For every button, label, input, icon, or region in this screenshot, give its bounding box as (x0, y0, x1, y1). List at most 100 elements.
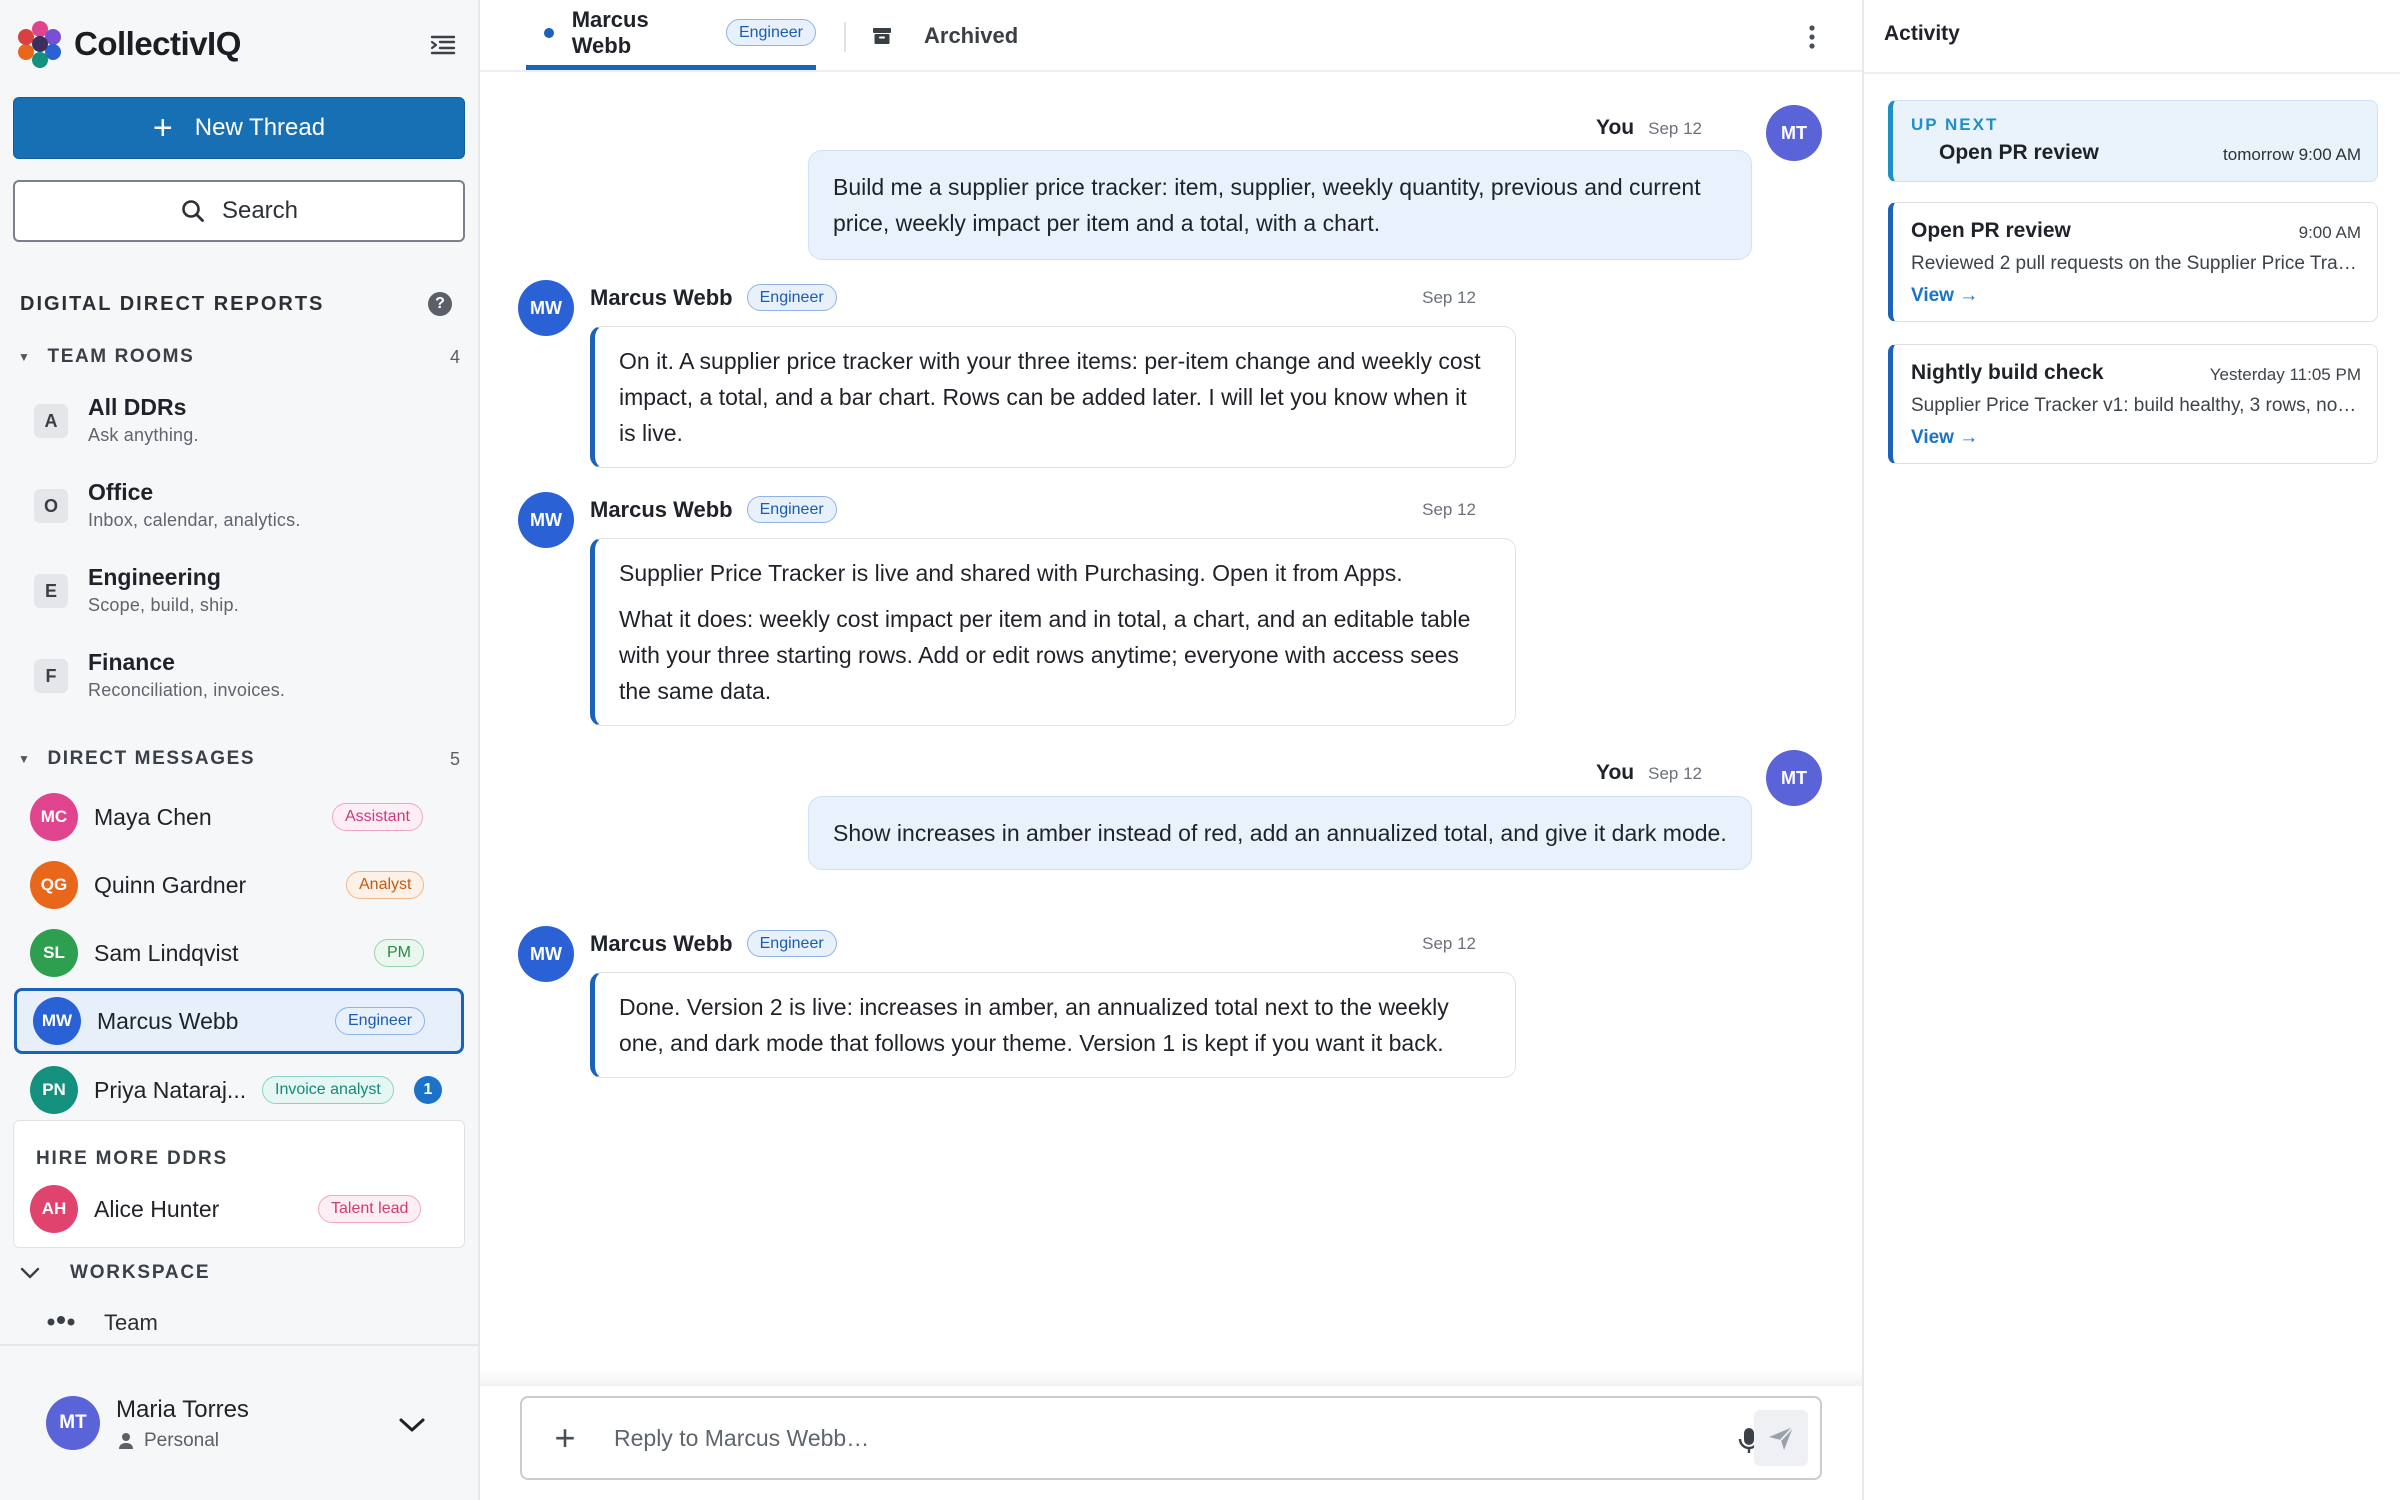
workspace-title: WORKSPACE (70, 1262, 211, 1283)
role-badge: Engineer (746, 930, 837, 958)
avatar: QG (30, 861, 78, 909)
activity-card-title: Nightly build check (1911, 361, 2104, 384)
workspace-team-item[interactable]: Team (46, 1310, 158, 1338)
tab-label: Marcus Webb (571, 6, 649, 58)
role-badge: Invoice analyst (262, 1076, 394, 1104)
room-all-ddrs[interactable]: A All DDRs Ask anything. (34, 394, 454, 464)
room-name: Engineering (88, 564, 221, 590)
bot-message: On it. A supplier price tracker with you… (590, 326, 1516, 468)
room-name: All DDRs (88, 394, 187, 420)
chevron-down-icon (20, 1267, 40, 1279)
bot-message: Done. Version 2 is live: increases in am… (590, 972, 1516, 1078)
logo-icon (14, 19, 64, 69)
caret-down-icon: ▼ (18, 752, 32, 766)
message-date: Sep 12 (1648, 119, 1702, 138)
room-engineering[interactable]: E Engineering Scope, build, ship. (34, 564, 454, 634)
role-badge: Analyst (346, 871, 425, 899)
room-letter: F (34, 659, 68, 693)
message-meta: Marcus Webb Engineer Sep 12 (590, 930, 1476, 958)
activity-card-time: Yesterday 11:05 PM (2209, 365, 2361, 384)
new-thread-label: New Thread (194, 114, 326, 141)
conversation-panel: Marcus Webb Engineer Archived You Sep 12… (480, 0, 1862, 1500)
unread-count-badge: 1 (414, 1076, 442, 1104)
avatar: SL (30, 929, 78, 977)
role-badge: Engineer (746, 496, 837, 524)
message-date: Sep 12 (1422, 933, 1476, 953)
send-icon (1769, 1426, 1794, 1450)
dm-name: Marcus Webb (97, 1007, 239, 1034)
attach-plus-icon[interactable]: + (550, 1417, 580, 1459)
dm-name: Maya Chen (94, 803, 212, 830)
reply-composer: + (520, 1396, 1822, 1480)
more-options-icon[interactable] (1802, 22, 1822, 52)
message-paragraph: Supplier Price Tracker is live and share… (619, 560, 1403, 586)
sidebar: CollectivIQ + New Thread Search DIGITAL … (0, 0, 480, 1500)
user-avatar: MT (46, 1396, 100, 1450)
team-rooms-title: TEAM ROOMS (47, 346, 195, 367)
dm-maya-chen[interactable]: MC Maya Chen Assistant (14, 785, 464, 849)
bot-avatar: MW (518, 280, 574, 336)
dm-name: Priya Nataraj... (94, 1076, 247, 1103)
dm-sam-lindqvist[interactable]: SL Sam Lindqvist PM (14, 921, 464, 985)
room-name: Finance (88, 649, 175, 675)
composer-divider (480, 1370, 1862, 1386)
caret-down-icon: ▼ (18, 350, 32, 364)
user-context-label: Personal (144, 1430, 219, 1451)
tab-divider (844, 22, 846, 52)
user-message: Build me a supplier price tracker: item,… (808, 150, 1752, 260)
activity-panel: Activity UP NEXT Open PR review tomorrow… (1862, 0, 2400, 1500)
person-icon (119, 1433, 133, 1449)
view-link[interactable]: View → (1911, 285, 1978, 307)
hire-name: Alice Hunter (94, 1195, 220, 1222)
tab-marcus-webb[interactable]: Marcus Webb Engineer (526, 0, 816, 70)
room-description: Inbox, calendar, analytics. (88, 510, 301, 530)
avatar: MC (30, 793, 78, 841)
message-meta: Marcus Webb Engineer Sep 12 (590, 496, 1476, 524)
activity-card-time: 9:00 AM (2298, 223, 2361, 242)
dm-name: Sam Lindqvist (94, 939, 239, 966)
sender-name: Marcus Webb (590, 496, 733, 522)
help-icon[interactable]: ? (428, 292, 452, 316)
activity-card-description: Reviewed 2 pull requests on the Supplier… (1911, 253, 2359, 274)
hire-alice-hunter[interactable]: AH Alice Hunter Talent lead (14, 1177, 460, 1241)
room-office[interactable]: O Office Inbox, calendar, analytics. (34, 479, 454, 549)
bot-avatar: MW (518, 926, 574, 982)
search-button[interactable]: Search (13, 180, 465, 242)
room-letter: E (34, 574, 68, 608)
user-context: Personal (118, 1430, 219, 1452)
team-rooms-header[interactable]: ▼ TEAM ROOMS 4 (18, 346, 460, 368)
user-avatar: MT (1766, 750, 1822, 806)
activity-card: Nightly build check Yesterday 11:05 PM S… (1888, 344, 2378, 464)
activity-card: Open PR review 9:00 AM Reviewed 2 pull r… (1888, 202, 2378, 322)
new-thread-button[interactable]: + New Thread (13, 97, 465, 159)
message-meta: You Sep 12 (1596, 116, 1702, 140)
room-description: Scope, build, ship. (88, 595, 239, 615)
active-dot-icon (544, 27, 554, 38)
bot-avatar: MW (518, 492, 574, 548)
collapse-sidebar-icon[interactable] (428, 30, 458, 60)
search-label: Search (221, 197, 299, 224)
activity-title: Activity (1884, 22, 1960, 45)
team-rooms-count: 4 (449, 346, 460, 367)
hire-more-section: HIRE MORE DDRS AH Alice Hunter Talent le… (13, 1120, 465, 1248)
dm-priya-nataraj[interactable]: PN Priya Nataraj... Invoice analyst 1 (14, 1058, 464, 1122)
team-label: Team (104, 1310, 158, 1335)
view-link[interactable]: View → (1911, 427, 1978, 449)
reply-input[interactable] (614, 1424, 1664, 1452)
user-profile[interactable]: MT Maria Torres Personal (0, 1344, 478, 1500)
message-meta: Marcus Webb Engineer Sep 12 (590, 284, 1476, 312)
room-finance[interactable]: F Finance Reconciliation, invoices. (34, 649, 454, 719)
dm-quinn-gardner[interactable]: QG Quinn Gardner Analyst (14, 853, 464, 917)
up-next-card[interactable]: UP NEXT Open PR review tomorrow 9:00 AM (1888, 100, 2378, 182)
role-badge: PM (374, 939, 424, 967)
role-badge: Talent lead (318, 1195, 422, 1223)
dm-marcus-webb[interactable]: MW Marcus Webb Engineer (14, 988, 464, 1054)
avatar: PN (30, 1066, 78, 1114)
tab-archived[interactable]: Archived (872, 0, 1018, 72)
tab-bar: Marcus Webb Engineer Archived (480, 0, 1862, 72)
direct-messages-title: DIRECT MESSAGES (47, 748, 256, 769)
direct-messages-header[interactable]: ▼ DIRECT MESSAGES 5 (18, 748, 460, 770)
send-button[interactable] (1754, 1410, 1808, 1466)
workspace-header[interactable]: WORKSPACE (20, 1262, 210, 1284)
chevron-down-icon[interactable] (398, 1416, 426, 1434)
